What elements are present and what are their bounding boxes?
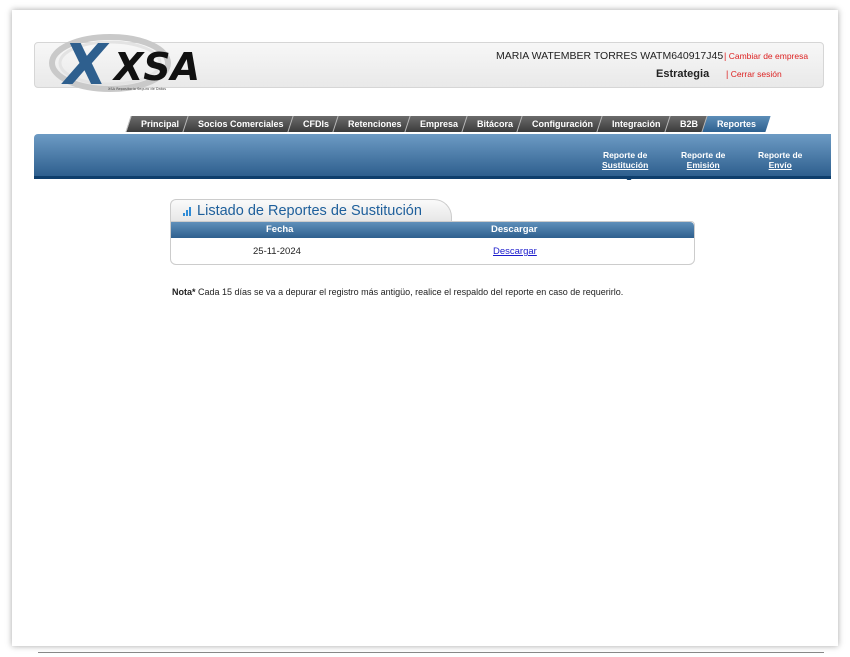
reports-table: Fecha Descargar 25-11-2024 Descargar: [170, 221, 695, 265]
note-text: Cada 15 días se va a depurar el registro…: [195, 287, 624, 297]
logo-tagline: XSA Repositorio Seguro de Datos: [108, 87, 166, 91]
table-header: Fecha Descargar: [171, 222, 694, 238]
subnav-reporte-emision[interactable]: Reporte de Emisión: [681, 150, 725, 170]
download-link[interactable]: Descargar: [493, 246, 537, 257]
user-name: MARIA WATEMBER TORRES WATM640917J45: [496, 50, 724, 62]
subnav-reporte-sustitucion[interactable]: Reporte de Sustitución: [602, 150, 648, 170]
change-company-link[interactable]: | Cambiar de empresa: [724, 51, 808, 61]
logout-link[interactable]: | Cerrar sesión: [726, 69, 782, 79]
bar-chart-icon: [183, 207, 191, 216]
tab-reportes[interactable]: Reportes: [701, 116, 771, 132]
column-fecha: Fecha: [266, 224, 294, 235]
tab-integracion[interactable]: Integración: [596, 116, 676, 132]
panel-title: Listado de Reportes de Sustitución: [183, 203, 422, 219]
main-tabs: Principal Socios Comerciales CFDIs Reten…: [125, 116, 771, 132]
tab-retenciones[interactable]: Retenciones: [331, 116, 416, 132]
tab-socios-comerciales[interactable]: Socios Comerciales: [182, 116, 299, 132]
retention-note: Nota* Cada 15 días se va a depurar el re…: [172, 287, 623, 297]
note-label: Nota*: [172, 287, 196, 297]
column-descargar: Descargar: [491, 224, 538, 235]
reports-panel: Listado de Reportes de Sustitución Fecha…: [170, 199, 695, 265]
xsa-logo[interactable]: X XSA XSA Repositorio Seguro de Datos: [48, 30, 200, 98]
subnav-underline: [34, 176, 831, 179]
footer-divider: [38, 652, 824, 653]
company-name: Estrategia: [656, 68, 710, 80]
panel-header: Listado de Reportes de Sustitución: [170, 199, 452, 222]
row-fecha: 25-11-2024: [253, 246, 301, 257]
tab-configuracion[interactable]: Configuración: [516, 116, 608, 132]
svg-text:X: X: [61, 33, 110, 96]
subnav-reporte-envio[interactable]: Reporte de Envío: [758, 150, 802, 170]
svg-text:XSA: XSA: [112, 45, 198, 89]
